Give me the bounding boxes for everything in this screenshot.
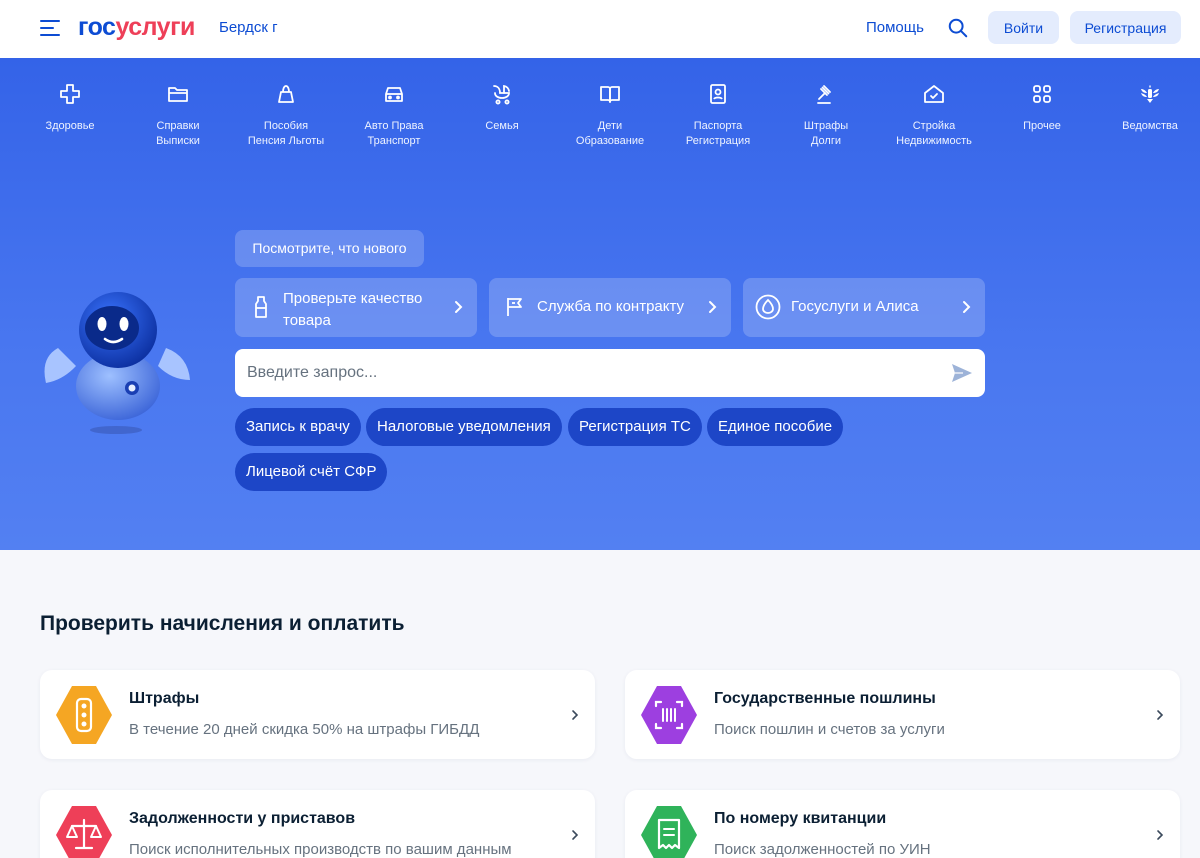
chevron-right-icon	[572, 710, 579, 720]
logo-part2: услуги	[115, 13, 195, 41]
folder-icon	[168, 87, 188, 102]
robot-mascot-icon	[44, 292, 190, 434]
category-children[interactable]: Дети Образование	[560, 82, 660, 149]
help-link[interactable]: Помощь	[866, 19, 924, 36]
card-subtitle: В течение 20 дней скидка 50% на штрафы Г…	[129, 721, 480, 738]
barcode-icon	[641, 686, 697, 744]
category-label: Прочее	[1023, 120, 1061, 132]
header: госуслуги Бердск г Помощь Войти Регистра…	[0, 0, 1200, 58]
chevron-right-icon	[963, 301, 971, 313]
card-fines[interactable]: Штрафы В течение 20 дней скидка 50% на ш…	[40, 670, 595, 759]
card-receipt-number[interactable]: По номеру квитанции Поиск задолженностей…	[625, 790, 1180, 858]
card-title: Задолженности у приставов	[129, 810, 356, 827]
chip-vehicle-registration[interactable]: Регистрация ТС	[568, 408, 702, 446]
search-icon[interactable]	[947, 17, 969, 39]
category-passports[interactable]: Паспорта Регистрация	[668, 82, 768, 149]
promo-label: Госуслуги и Алиса	[791, 298, 919, 315]
category-label: Здоровье	[45, 120, 95, 132]
search-input[interactable]	[247, 349, 937, 397]
category-label: Дети	[597, 120, 623, 132]
whats-new-button[interactable]: Посмотрите, что нового	[235, 230, 424, 267]
card-subtitle: Поиск задолженностей по УИН	[714, 841, 931, 858]
chevron-right-icon	[709, 301, 717, 313]
category-benefits[interactable]: Пособия Пенсия Льготы	[236, 82, 336, 149]
category-certificates[interactable]: Справки Выписки	[128, 82, 228, 149]
wallet-icon	[278, 85, 294, 103]
stroller-icon	[493, 84, 510, 105]
category-auto[interactable]: Авто Права Транспорт	[344, 82, 444, 149]
car-icon	[385, 87, 403, 102]
receipt-icon	[641, 806, 697, 858]
chip-doctor-appointment[interactable]: Запись к врачу	[235, 408, 361, 446]
hero-section: Здоровье Справки Выписки Пособия Пенсия Ль…	[0, 58, 1200, 550]
scales-icon	[56, 806, 112, 858]
category-construction[interactable]: Стройка Недвижимость	[884, 82, 984, 149]
flag-icon	[507, 298, 522, 316]
chevron-right-icon	[1157, 830, 1164, 840]
card-title: Государственные пошлины	[714, 690, 936, 707]
card-title: По номеру квитанции	[714, 810, 887, 827]
logo[interactable]: госуслуги	[78, 13, 195, 41]
gavel-icon	[817, 85, 831, 104]
chevron-right-icon	[1157, 710, 1164, 720]
eagle-icon	[1141, 85, 1159, 103]
book-icon	[600, 86, 620, 103]
category-label: Ведомства	[1122, 120, 1178, 132]
chevron-right-icon	[572, 830, 579, 840]
promo-label: Проверьте качество товара	[283, 290, 423, 329]
chip-tax-notices[interactable]: Налоговые уведомления	[366, 408, 562, 446]
category-label: Справки	[156, 120, 200, 132]
health-cross-icon	[60, 84, 80, 104]
city-selector[interactable]: Бердск г	[219, 19, 278, 36]
category-family[interactable]: Семья	[452, 82, 552, 134]
category-agencies[interactable]: Ведомства	[1100, 82, 1200, 134]
search-box	[235, 349, 985, 397]
register-button[interactable]: Регистрация	[1070, 11, 1181, 44]
card-state-duties[interactable]: Государственные пошлины Поиск пошлин и с…	[625, 670, 1180, 759]
promo-product-quality[interactable]: Проверьте качество товара	[235, 278, 477, 337]
logo-part1: гос	[78, 13, 116, 41]
promo-label: Служба по контракту	[537, 298, 685, 315]
passport-icon	[710, 84, 726, 104]
category-health[interactable]: Здоровье	[20, 82, 120, 134]
category-label: Семья	[485, 120, 519, 132]
card-title: Штрафы	[129, 690, 200, 707]
chevron-right-icon	[455, 301, 463, 313]
promo-alice[interactable]: Госуслуги и Алиса	[743, 278, 985, 337]
category-label: Стройка	[912, 120, 956, 132]
promo-contract-service[interactable]: Служба по контракту	[489, 278, 731, 337]
category-fines[interactable]: Штрафы Долги	[776, 82, 876, 149]
category-other[interactable]: Прочее	[992, 82, 1092, 134]
send-icon[interactable]	[950, 361, 974, 385]
login-button[interactable]: Войти	[988, 11, 1059, 44]
bottle-icon	[255, 296, 267, 318]
category-label: Паспорта	[693, 120, 743, 132]
section-title: Проверить начисления и оплатить	[40, 612, 405, 635]
card-subtitle: Поиск пошлин и счетов за услуги	[714, 721, 945, 738]
chip-unified-benefit[interactable]: Единое пособие	[707, 408, 844, 446]
card-subtitle: Поиск исполнительных производств по ваши…	[129, 841, 512, 858]
category-label: Авто Права	[364, 120, 424, 132]
grid-icon	[1033, 85, 1051, 103]
card-bailiff-debts[interactable]: Задолженности у приставов Поиск исполнит…	[40, 790, 595, 858]
alice-icon	[755, 294, 781, 320]
menu-icon[interactable]	[40, 18, 62, 38]
category-label: Штрафы	[803, 120, 849, 132]
chip-sfr-account[interactable]: Лицевой счёт СФР	[235, 453, 388, 491]
traffic-light-icon	[56, 686, 112, 744]
category-label: Пособия	[263, 120, 309, 132]
house-icon	[924, 85, 944, 103]
